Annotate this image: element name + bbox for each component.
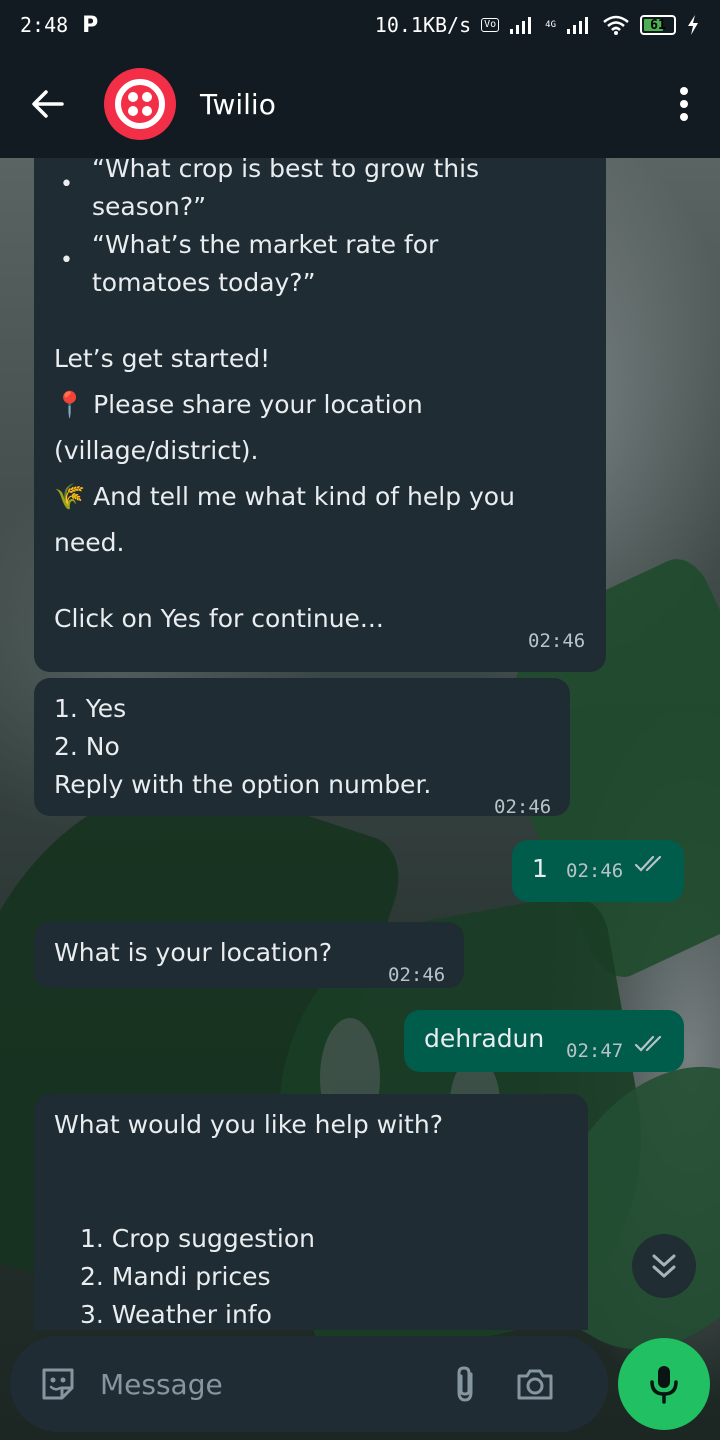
incoming-message[interactable]: What would you like help with? 1. Crop s… (34, 1094, 588, 1330)
message-time: 02:46 (388, 964, 446, 986)
network-speed: 10.1KB/s (374, 13, 472, 37)
double-check-icon (634, 1035, 662, 1052)
status-bar: 2:48 P 10.1KB/s Vo 4G 61 (0, 0, 720, 50)
twilio-logo-icon (115, 79, 165, 129)
message-list[interactable]: • “What crop is best to grow this season… (0, 158, 720, 1330)
message-line: 🌾 And tell me what kind of help you (54, 482, 515, 511)
message-composer (10, 1336, 608, 1432)
message-line: Click on Yes for continue... (54, 604, 384, 633)
chat-header: Twilio (0, 50, 720, 158)
contact-avatar[interactable] (104, 68, 176, 140)
bullet-point: • (60, 172, 73, 197)
microphone-icon (650, 1366, 678, 1404)
status-time: 2:48 (20, 13, 69, 37)
incoming-message[interactable]: • “What crop is best to grow this season… (34, 158, 606, 672)
back-button[interactable] (0, 50, 96, 158)
contact-name[interactable]: Twilio (200, 88, 276, 121)
message-line: (village/district). (54, 436, 259, 465)
parking-notification-icon: P (82, 12, 99, 38)
volte-icon: Vo (481, 18, 500, 32)
battery-icon: 61 (640, 15, 676, 35)
arrow-left-icon (32, 90, 64, 118)
message-line: 2. Mandi prices (80, 1262, 271, 1291)
more-vert-icon (680, 87, 688, 121)
message-input[interactable] (100, 1354, 430, 1414)
charging-icon (688, 15, 698, 35)
message-text: What is your location? (54, 938, 333, 967)
message-line: “What’s the market rate for (92, 230, 439, 259)
more-options-button[interactable] (648, 50, 720, 158)
message-line: tomatoes today?” (92, 268, 316, 297)
message-line: 2. No (54, 732, 120, 761)
message-line: Let’s get started! (54, 344, 271, 373)
message-line: “What crop is best to grow this (92, 158, 480, 183)
battery-level: 61 (650, 17, 666, 33)
signal-icon-2 (567, 17, 588, 34)
message-line: 📍 Please share your location (54, 390, 423, 419)
signal-icon (510, 17, 532, 34)
paperclip-icon (457, 1366, 473, 1402)
wifi-icon (603, 15, 629, 35)
message-line: need. (54, 528, 125, 557)
double-chevron-down-icon (652, 1254, 676, 1278)
outgoing-message[interactable]: dehradun 02:47 (404, 1010, 684, 1072)
incoming-message[interactable]: What is your location? 02:46 (34, 922, 464, 988)
message-line: season?” (92, 192, 207, 221)
message-time: 02:46 (494, 796, 552, 818)
message-text: dehradun (424, 1024, 545, 1053)
message-line: 3. Weather info (80, 1300, 272, 1329)
message-time: 02:47 (566, 1040, 624, 1062)
double-check-icon (634, 855, 662, 872)
incoming-message[interactable]: 1. Yes 2. No Reply with the option numbe… (34, 678, 570, 818)
outgoing-message[interactable]: 1 02:46 (512, 840, 684, 902)
voice-message-button[interactable] (618, 1338, 710, 1430)
attach-button[interactable] (430, 1336, 500, 1432)
message-line: What would you like help with? (54, 1110, 443, 1139)
message-line: 1. Crop suggestion (80, 1224, 315, 1253)
message-line: Reply with the option number. (54, 770, 432, 799)
camera-icon (517, 1369, 553, 1400)
message-time: 02:46 (566, 860, 624, 882)
network-type-label: 4G (545, 19, 556, 30)
message-time: 02:46 (528, 630, 586, 652)
bullet-point: • (60, 248, 73, 273)
message-line: 1. Yes (54, 694, 127, 723)
scroll-to-bottom-button[interactable] (632, 1234, 696, 1298)
sticker-icon (42, 1368, 74, 1400)
emoji-button[interactable] (16, 1336, 100, 1432)
message-text: 1 (532, 854, 548, 883)
camera-button[interactable] (500, 1336, 570, 1432)
